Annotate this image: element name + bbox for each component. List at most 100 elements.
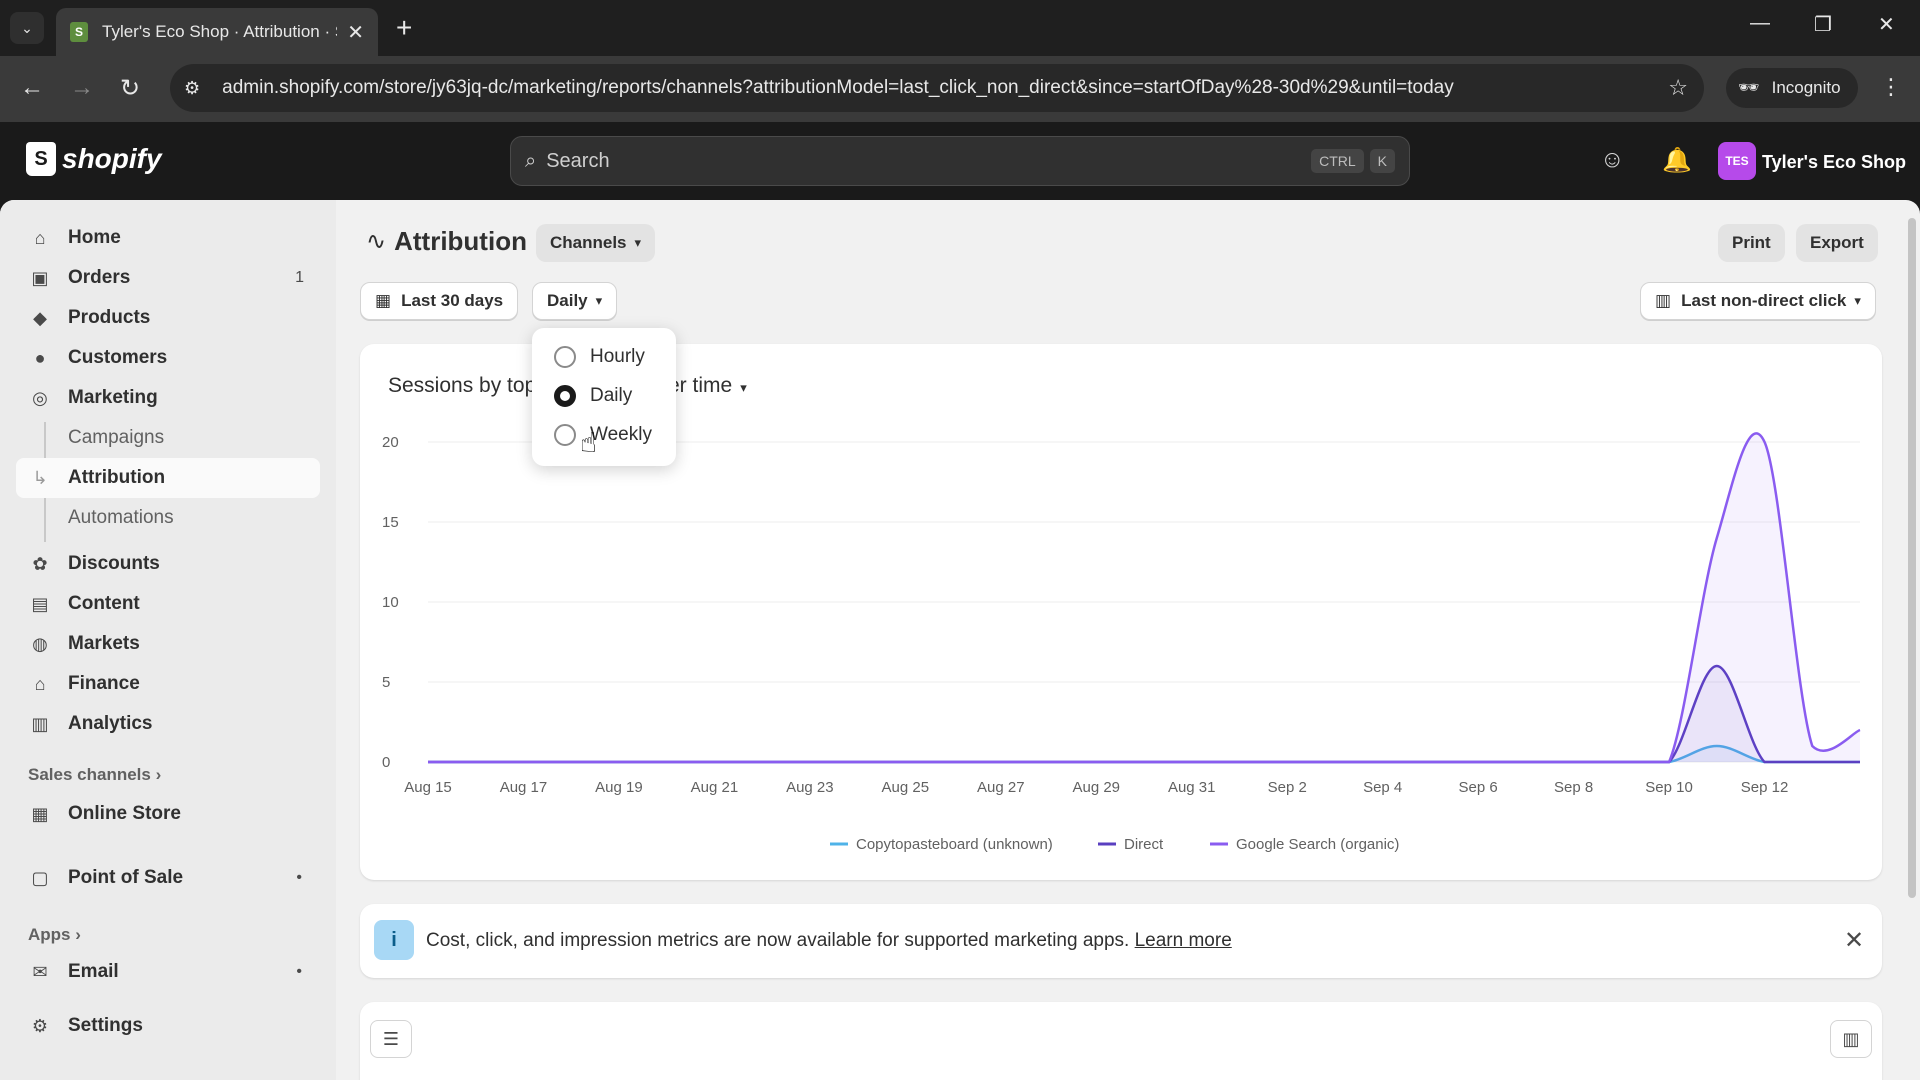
site-settings-icon[interactable]: ⚙: [184, 78, 200, 99]
sidebar-item-marketing[interactable]: ◎ Marketing: [16, 378, 320, 418]
sidebar-item-settings[interactable]: ⚙ Settings: [16, 1006, 320, 1046]
chevron-down-icon: ▾: [1854, 293, 1861, 308]
store-avatar[interactable]: TES: [1718, 142, 1756, 180]
radio-hourly[interactable]: [554, 346, 576, 368]
pin-dot-icon: •: [296, 869, 302, 886]
close-icon[interactable]: ✕: [1844, 926, 1864, 955]
report-table-card: ☰ ▥: [360, 1002, 1882, 1080]
date-range-button[interactable]: ▦ Last 30 days: [360, 282, 519, 320]
info-banner-text: Cost, click, and impression metrics are …: [426, 930, 1232, 952]
calendar-icon: ▦: [375, 291, 392, 310]
sidebar-item-discounts[interactable]: ✿ Discounts: [16, 544, 320, 584]
option-label: Daily: [590, 385, 633, 406]
sidebar-item-label: Attribution: [68, 467, 166, 488]
tab-close-icon[interactable]: ✕: [347, 20, 364, 45]
pos-icon: ▢: [31, 867, 49, 888]
export-button[interactable]: Export: [1796, 224, 1878, 262]
radio-daily[interactable]: [554, 385, 576, 407]
incognito-icon: 🕶: [1738, 78, 1760, 97]
browser-tab[interactable]: S Tyler's Eco Shop · Attribution · S ✕: [56, 8, 378, 56]
sidebar-item-label: Customers: [68, 347, 168, 368]
url-text[interactable]: admin.shopify.com/store/jy63jq-dc/market…: [222, 77, 1668, 99]
legend-label: Copytopasteboard (unknown): [856, 836, 1053, 853]
attribution-model-button[interactable]: ▥ Last non-direct click ▾: [1640, 282, 1876, 320]
sidebar-item-label: Orders: [68, 267, 131, 288]
filter-icon[interactable]: ☰: [370, 1020, 412, 1058]
chevron-down-icon: ▾: [634, 235, 642, 250]
y-tick-label: 10: [382, 594, 399, 611]
bookmark-star-icon[interactable]: ☆: [1668, 75, 1688, 101]
address-bar[interactable]: ⚙ admin.shopify.com/store/jy63jq-dc/mark…: [170, 64, 1704, 112]
forward-icon[interactable]: →: [70, 74, 94, 102]
sidebar-item-products[interactable]: ◆ Products: [16, 298, 320, 338]
sidebar-item-finance[interactable]: ⌂ Finance: [16, 664, 320, 704]
incognito-badge[interactable]: 🕶 Incognito: [1726, 68, 1858, 108]
apps-label: Apps: [28, 925, 71, 944]
reload-icon[interactable]: ↻: [120, 74, 140, 103]
sidebar-item-label: Settings: [68, 1015, 143, 1036]
sidebar-item-online-store[interactable]: ▦ Online Store: [16, 794, 320, 834]
option-daily[interactable]: Daily: [554, 385, 632, 407]
pin-dot-icon: •: [296, 963, 302, 980]
shopify-favicon-icon: S: [70, 22, 88, 42]
sidebar-item-label: Content: [68, 593, 140, 614]
sidebar-item-label: Products: [68, 307, 151, 328]
sidekick-icon[interactable]: ☺: [1600, 146, 1625, 174]
x-tick-label: Sep 4: [1363, 779, 1402, 796]
search-input[interactable]: ⌕ Search CTRL K: [510, 136, 1410, 186]
series-line: [428, 664, 1860, 764]
sidebar-item-attribution[interactable]: ↳ Attribution: [16, 458, 320, 498]
sidebar-item-markets[interactable]: ◍ Markets: [16, 624, 320, 664]
store-name[interactable]: Tyler's Eco Shop: [1762, 152, 1906, 173]
notifications-bell-icon[interactable]: 🔔: [1662, 146, 1692, 175]
x-tick-label: Aug 27: [977, 779, 1025, 796]
page-scrollbar[interactable]: [1908, 218, 1916, 898]
minimize-icon[interactable]: —: [1750, 12, 1770, 35]
columns-icon[interactable]: ▥: [1830, 1020, 1872, 1058]
subnav-arrow-icon: ↳: [32, 467, 48, 488]
search-icon: ⌕: [525, 149, 537, 172]
sidebar-item-content[interactable]: ▤ Content: [16, 584, 320, 624]
tab-list-button[interactable]: ⌄: [10, 12, 44, 44]
sidebar-item-customers[interactable]: ● Customers: [16, 338, 320, 378]
new-tab-icon[interactable]: +: [396, 12, 412, 44]
option-hourly[interactable]: Hourly: [554, 346, 645, 368]
sidebar-item-label: Email: [68, 961, 119, 982]
sidebar-item-label: Campaigns: [68, 427, 165, 448]
sidebar-item-email[interactable]: ✉ Email •: [16, 952, 320, 992]
print-button[interactable]: Print: [1718, 224, 1785, 262]
shopify-logo[interactable]: S shopify: [26, 142, 162, 176]
sidebar-item-label: Marketing: [68, 387, 158, 408]
sidebar-item-home[interactable]: ⌂ Home: [16, 218, 320, 258]
close-window-icon[interactable]: ✕: [1878, 12, 1895, 37]
x-tick-label: Sep 2: [1268, 779, 1307, 796]
shopify-bag-icon: S: [26, 142, 56, 176]
sidebar-item-label: Finance: [68, 673, 140, 694]
chevron-down-icon: ▾: [595, 293, 603, 308]
browser-menu-icon[interactable]: ⋮: [1880, 74, 1902, 100]
sidebar-item-campaigns[interactable]: Campaigns: [16, 418, 320, 458]
back-icon[interactable]: ←: [20, 74, 44, 102]
sidebar-item-automations[interactable]: Automations: [16, 498, 320, 538]
x-tick-label: Aug 17: [500, 779, 548, 796]
sidebar-item-label: Discounts: [68, 553, 160, 574]
channels-dropdown-button[interactable]: Channels ▾: [536, 224, 656, 262]
email-icon: ✉: [32, 961, 48, 982]
granularity-dropdown-button[interactable]: Daily ▾: [532, 282, 618, 320]
sidebar-item-analytics[interactable]: ▥ Analytics: [16, 704, 320, 744]
page-title: ∿ Attribution: [366, 226, 527, 257]
y-tick-label: 5: [382, 674, 390, 691]
restore-icon[interactable]: ❐: [1814, 12, 1832, 37]
orders-icon: ▣: [31, 267, 49, 288]
target-icon: ◎: [32, 387, 48, 408]
learn-more-link[interactable]: Learn more: [1135, 930, 1232, 951]
sidebar-item-orders[interactable]: ▣ Orders 1: [16, 258, 320, 298]
sales-channels-header[interactable]: Sales channels ›: [28, 765, 161, 785]
info-banner: i Cost, click, and impression metrics ar…: [360, 904, 1882, 978]
x-tick-label: Aug 29: [1072, 779, 1120, 796]
apps-header[interactable]: Apps ›: [28, 925, 81, 945]
radio-weekly[interactable]: [554, 424, 576, 446]
option-weekly[interactable]: Weekly: [554, 424, 652, 446]
sidebar-item-point-of-sale[interactable]: ▢ Point of Sale •: [16, 858, 320, 898]
series-area: [428, 666, 1860, 762]
